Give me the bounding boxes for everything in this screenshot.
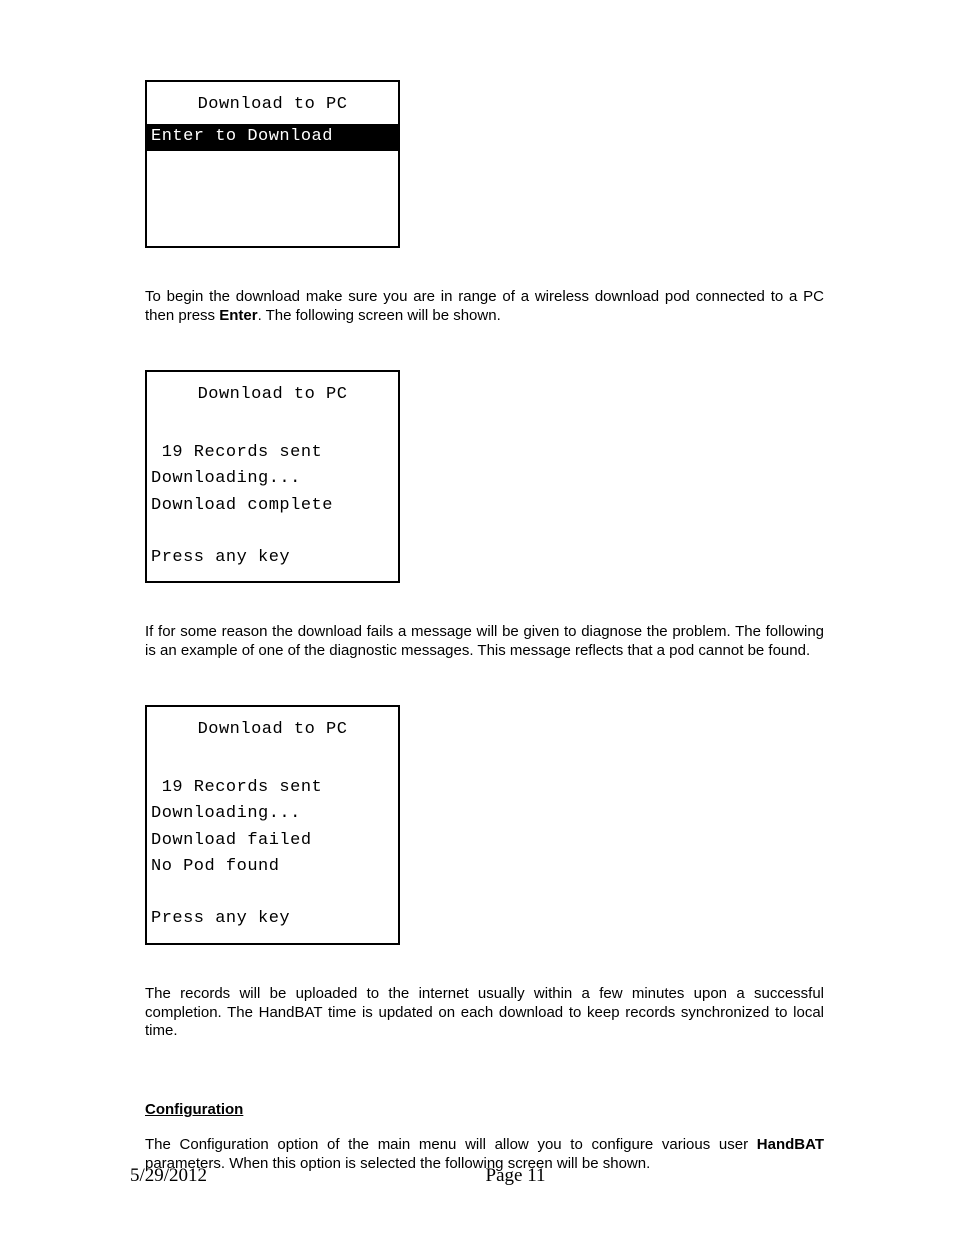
paragraph-upload-info: The records will be uploaded to the inte… [145,985,824,1041]
footer-page-number: Page 11 [130,1165,824,1187]
screen-line: Press any key [147,906,398,932]
blank-line [147,749,398,775]
paragraph-download-fail: If for some reason the download fails a … [145,623,824,661]
screen-line: Download failed [147,828,398,854]
paragraph-download-instructions: To begin the download make sure you are … [145,288,824,326]
screen-line: Download complete [147,493,398,519]
blank-line [147,880,398,906]
blank-line [147,519,398,545]
screen-line: Downloading... [147,801,398,827]
text-run: The Configuration option of the main men… [145,1136,757,1153]
page-footer: 5/29/2012 Page 11 [130,1165,824,1187]
blank-line [147,414,398,440]
screen-line: Press any key [147,545,398,571]
section-heading-configuration: Configuration [145,1101,824,1118]
text-run: . The following screen will be shown. [258,307,501,324]
screen-title: Download to PC [147,717,398,749]
highlighted-option: Enter to Download [147,124,398,150]
screen-line: No Pod found [147,854,398,880]
screen-line: Downloading... [147,466,398,492]
device-screen-download-complete: Download to PC 19 Records sent Downloadi… [145,370,400,584]
bold-handbat: HandBAT [757,1136,824,1153]
screen-line: 19 Records sent [147,775,398,801]
screen-line: 19 Records sent [147,440,398,466]
device-screen-download-prompt: Download to PC Enter to Download [145,80,400,248]
page-content: Download to PC Enter to Download To begi… [0,0,954,1174]
screen-title: Download to PC [147,92,398,124]
bold-enter: Enter [219,307,257,324]
footer-date: 5/29/2012 [130,1165,207,1187]
device-screen-download-failed: Download to PC 19 Records sent Downloadi… [145,705,400,945]
screen-title: Download to PC [147,382,398,414]
highlight-text: Enter to Download [151,127,333,146]
